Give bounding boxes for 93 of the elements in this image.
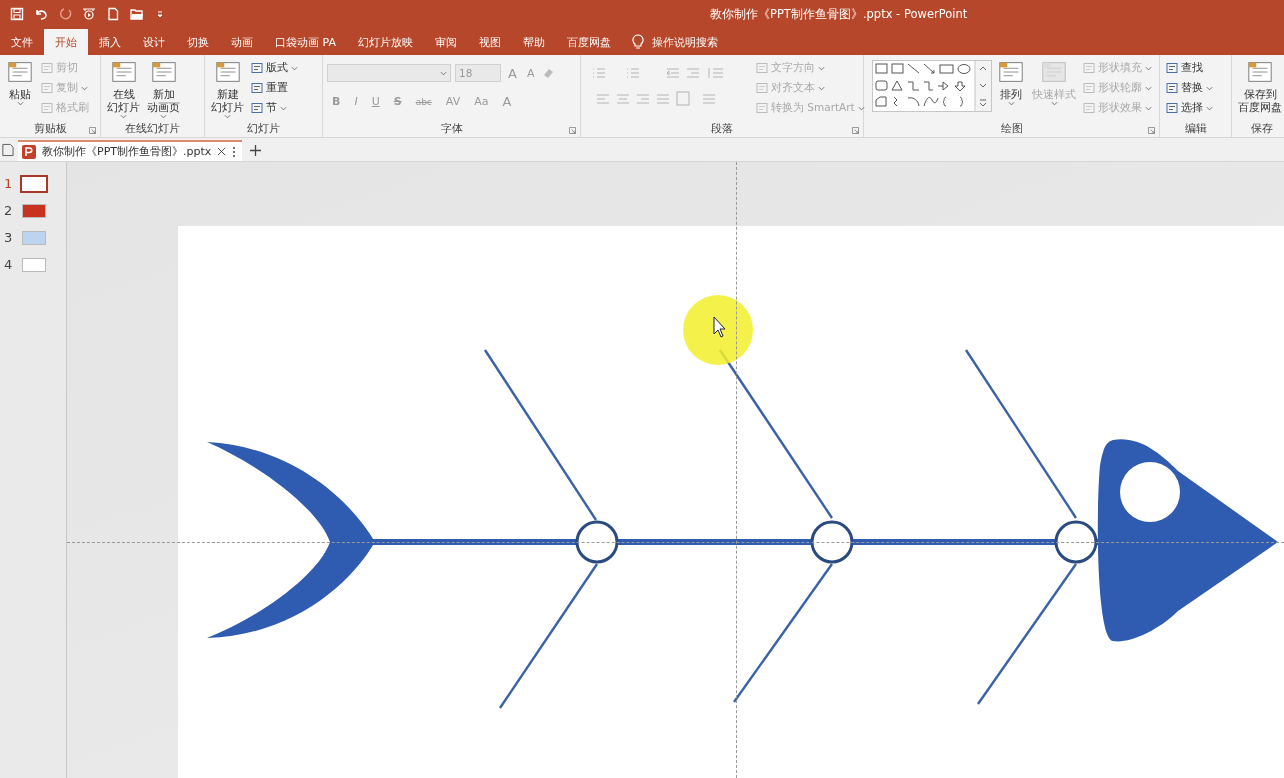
group-label: 段落 xyxy=(711,122,733,136)
slide-number: 3 xyxy=(4,230,14,245)
redo-icon[interactable] xyxy=(58,7,72,21)
ribbon-tab[interactable]: 口袋动画 PA xyxy=(264,29,347,55)
caret-icon xyxy=(440,70,447,76)
ribbon-button[interactable]: 节 xyxy=(249,98,300,118)
slide-thumbnail[interactable] xyxy=(22,230,46,245)
undo-icon[interactable] xyxy=(34,7,48,21)
caret-icon xyxy=(1145,105,1152,111)
save-icon[interactable] xyxy=(10,7,24,21)
tool-icon xyxy=(1166,82,1178,94)
caret-icon xyxy=(280,105,287,111)
tool-icon xyxy=(756,62,768,74)
ribbon-tab[interactable]: 文件 xyxy=(0,29,44,55)
new-file-icon[interactable] xyxy=(106,7,120,21)
tool-icon xyxy=(1083,62,1095,74)
caret-icon xyxy=(857,105,865,111)
dialog-launcher-icon[interactable] xyxy=(852,127,859,134)
presentation-icon[interactable] xyxy=(82,7,96,21)
caret-icon xyxy=(818,65,825,71)
window-title: 教你制作《PPT制作鱼骨图》.pptx - PowerPoint xyxy=(710,6,968,22)
font-name-field[interactable] xyxy=(327,64,451,82)
add-tab-icon[interactable] xyxy=(250,145,262,156)
group-label: 保存 xyxy=(1250,122,1273,136)
slide-number: 1 xyxy=(4,176,14,191)
ribbon-button[interactable]: 查找 xyxy=(1164,58,1215,78)
tell-me-search-field[interactable]: 操作说明搜索 xyxy=(649,34,764,50)
caret-icon xyxy=(16,101,24,106)
slide-number: 4 xyxy=(4,257,14,272)
ribbon-button[interactable]: 排列 xyxy=(995,58,1027,121)
document-tab[interactable]: 教你制作《PPT制作鱼骨图》.pptx xyxy=(18,140,243,161)
dialog-launcher-icon[interactable] xyxy=(569,127,576,134)
ribbon-tab[interactable]: 幻灯片放映 xyxy=(346,29,424,55)
tool-icon xyxy=(251,62,263,74)
ribbon-tab[interactable]: 动画 xyxy=(220,29,264,55)
group-label: 绘图 xyxy=(1000,122,1023,136)
caret-icon xyxy=(818,85,825,91)
tool-icon xyxy=(756,102,768,114)
ribbon-button[interactable]: 重置 xyxy=(249,78,300,98)
page-icon[interactable] xyxy=(1,143,14,157)
tool-icon xyxy=(251,82,263,94)
caret-icon xyxy=(1145,65,1152,71)
tool-icon xyxy=(41,82,53,94)
dialog-launcher-icon[interactable] xyxy=(89,127,96,134)
caret-icon xyxy=(81,85,88,91)
ribbon-button[interactable]: 粘贴 xyxy=(4,58,36,121)
ribbon-tab[interactable]: 帮助 xyxy=(511,29,556,55)
ribbon-button[interactable]: 保存到 百度网盘 xyxy=(1236,58,1284,121)
group-label: 编辑 xyxy=(1184,122,1207,136)
ribbon-tab[interactable]: 切换 xyxy=(176,29,220,55)
tool-icon xyxy=(1166,102,1178,114)
ribbon-tab[interactable]: 审阅 xyxy=(423,29,468,55)
caret-icon xyxy=(1206,85,1213,91)
dialog-launcher-icon[interactable] xyxy=(1148,127,1155,134)
ribbon-button[interactable]: 选择 xyxy=(1164,98,1215,118)
ribbon-tab[interactable]: 视图 xyxy=(467,29,512,55)
caret-icon xyxy=(1050,101,1058,106)
ribbon-tab[interactable]: 开始 xyxy=(44,29,88,55)
slide-thumbnail[interactable] xyxy=(22,257,46,272)
tool-icon xyxy=(756,82,768,94)
tool-icon xyxy=(41,62,53,74)
group-label: 幻灯片 xyxy=(247,122,280,136)
caret-icon xyxy=(1007,101,1015,106)
ribbon-tab[interactable]: 设计 xyxy=(132,29,176,55)
tool-icon xyxy=(1166,62,1178,74)
ribbon-button[interactable]: 新建 幻灯片 xyxy=(209,58,246,121)
caret-icon xyxy=(160,114,167,119)
caret-icon xyxy=(120,114,127,119)
ribbon-button[interactable]: 版式 xyxy=(249,58,300,78)
slide-number: 2 xyxy=(4,203,14,218)
tool-icon xyxy=(41,102,53,114)
lightbulb-icon xyxy=(631,34,644,50)
group-label: 在线幻灯片 xyxy=(125,122,180,136)
folder-icon[interactable] xyxy=(130,7,144,21)
ribbon-tab[interactable]: 百度网盘 xyxy=(555,29,622,55)
caret-icon xyxy=(1145,85,1152,91)
tool-icon xyxy=(251,102,263,114)
more-icon[interactable] xyxy=(232,145,237,158)
caret-icon xyxy=(291,65,298,71)
group-label: 字体 xyxy=(440,122,463,136)
caret-icon xyxy=(1206,105,1213,111)
ribbon-button[interactable]: 新加 动画页 xyxy=(145,58,182,121)
tool-icon xyxy=(1083,102,1095,114)
ribbon-button[interactable]: 替换 xyxy=(1164,78,1215,98)
tool-icon xyxy=(1083,82,1095,94)
ribbon-button[interactable]: 在线 幻灯片 xyxy=(105,58,142,121)
ribbon-tab[interactable]: 插入 xyxy=(88,29,132,55)
group-label: 剪贴板 xyxy=(33,122,67,136)
slide-thumbnail[interactable] xyxy=(22,203,46,218)
presentation-file-icon xyxy=(22,144,36,159)
caret-icon xyxy=(224,114,231,119)
close-icon[interactable] xyxy=(217,147,227,156)
shape-gallery-drawing[interactable] xyxy=(872,60,992,112)
